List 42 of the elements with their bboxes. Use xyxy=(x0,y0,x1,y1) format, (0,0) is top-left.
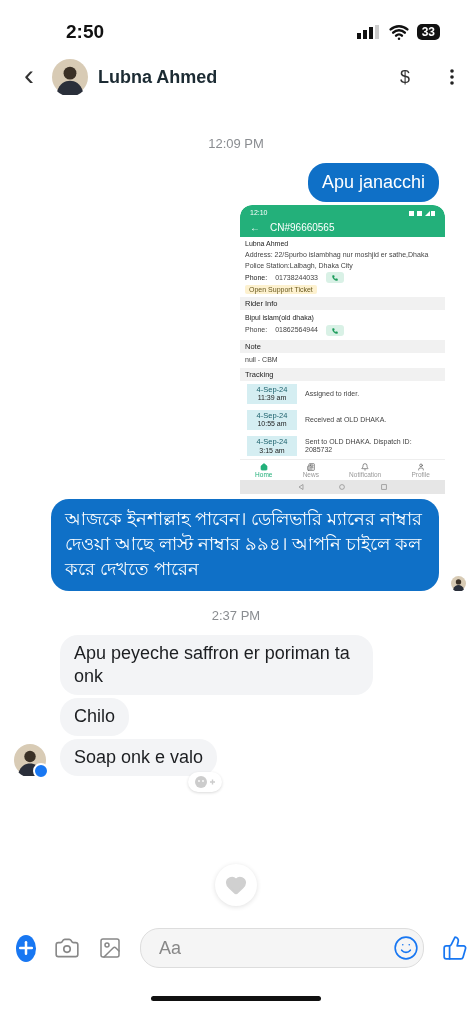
sent-message: Apu janacchi xyxy=(307,163,439,203)
battery-indicator: 33 xyxy=(416,24,440,40)
signal-icon xyxy=(356,25,381,39)
avatar xyxy=(451,575,466,591)
screen-title: CN#96660565 xyxy=(270,221,335,235)
message-field[interactable]: Aa xyxy=(157,936,393,960)
phone-icon xyxy=(332,327,338,334)
home-icon xyxy=(259,463,268,472)
back-nav-icon xyxy=(297,484,304,491)
back-arrow: ← xyxy=(250,221,260,235)
status-icons xyxy=(409,211,435,217)
plus-icon xyxy=(16,938,36,958)
recents-nav-icon xyxy=(381,484,388,491)
bell-icon xyxy=(361,463,370,472)
wifi-icon xyxy=(388,22,409,42)
smiley-icon xyxy=(393,935,419,961)
more-icon xyxy=(450,69,454,85)
like-button[interactable] xyxy=(442,935,468,961)
newspaper-icon xyxy=(306,463,315,472)
received-message: Chilo xyxy=(60,698,130,736)
back-button[interactable]: ‹ xyxy=(20,60,42,94)
add-reaction-icon xyxy=(194,775,217,790)
payment-button[interactable]: $ xyxy=(400,66,410,88)
gallery-button[interactable] xyxy=(98,936,122,960)
image-icon xyxy=(98,936,122,960)
message-composer[interactable]: Aa xyxy=(140,928,424,968)
timestamp: 2:37 PM xyxy=(210,607,262,623)
emoji-button[interactable] xyxy=(393,935,419,961)
thumbs-up-icon xyxy=(442,935,468,961)
received-message: Apu peyeche saffron er poriman ta onk xyxy=(60,634,373,696)
avatar xyxy=(52,59,88,95)
add-button[interactable] xyxy=(16,934,36,962)
profile-icon xyxy=(416,463,425,472)
status-time: 2:50 xyxy=(66,21,105,43)
contact-name: Lubna Ahmed xyxy=(98,66,219,88)
timestamp: 12:09 PM xyxy=(207,136,265,151)
sent-message: আজকে ইনশাল্লাহ পাবেন। ডেলিভারি ম্যানের নাম্বার দেওয়া আছে লাস্ট নাম্বার ৯৯৪। আপনি চাইলে কল করে দেখতে পারেন xyxy=(51,499,439,591)
phone-icon xyxy=(332,274,338,281)
more-options-button[interactable] xyxy=(450,69,454,85)
heart-icon xyxy=(225,874,247,896)
home-nav-icon xyxy=(339,484,346,491)
messenger-badge-icon xyxy=(33,763,49,780)
